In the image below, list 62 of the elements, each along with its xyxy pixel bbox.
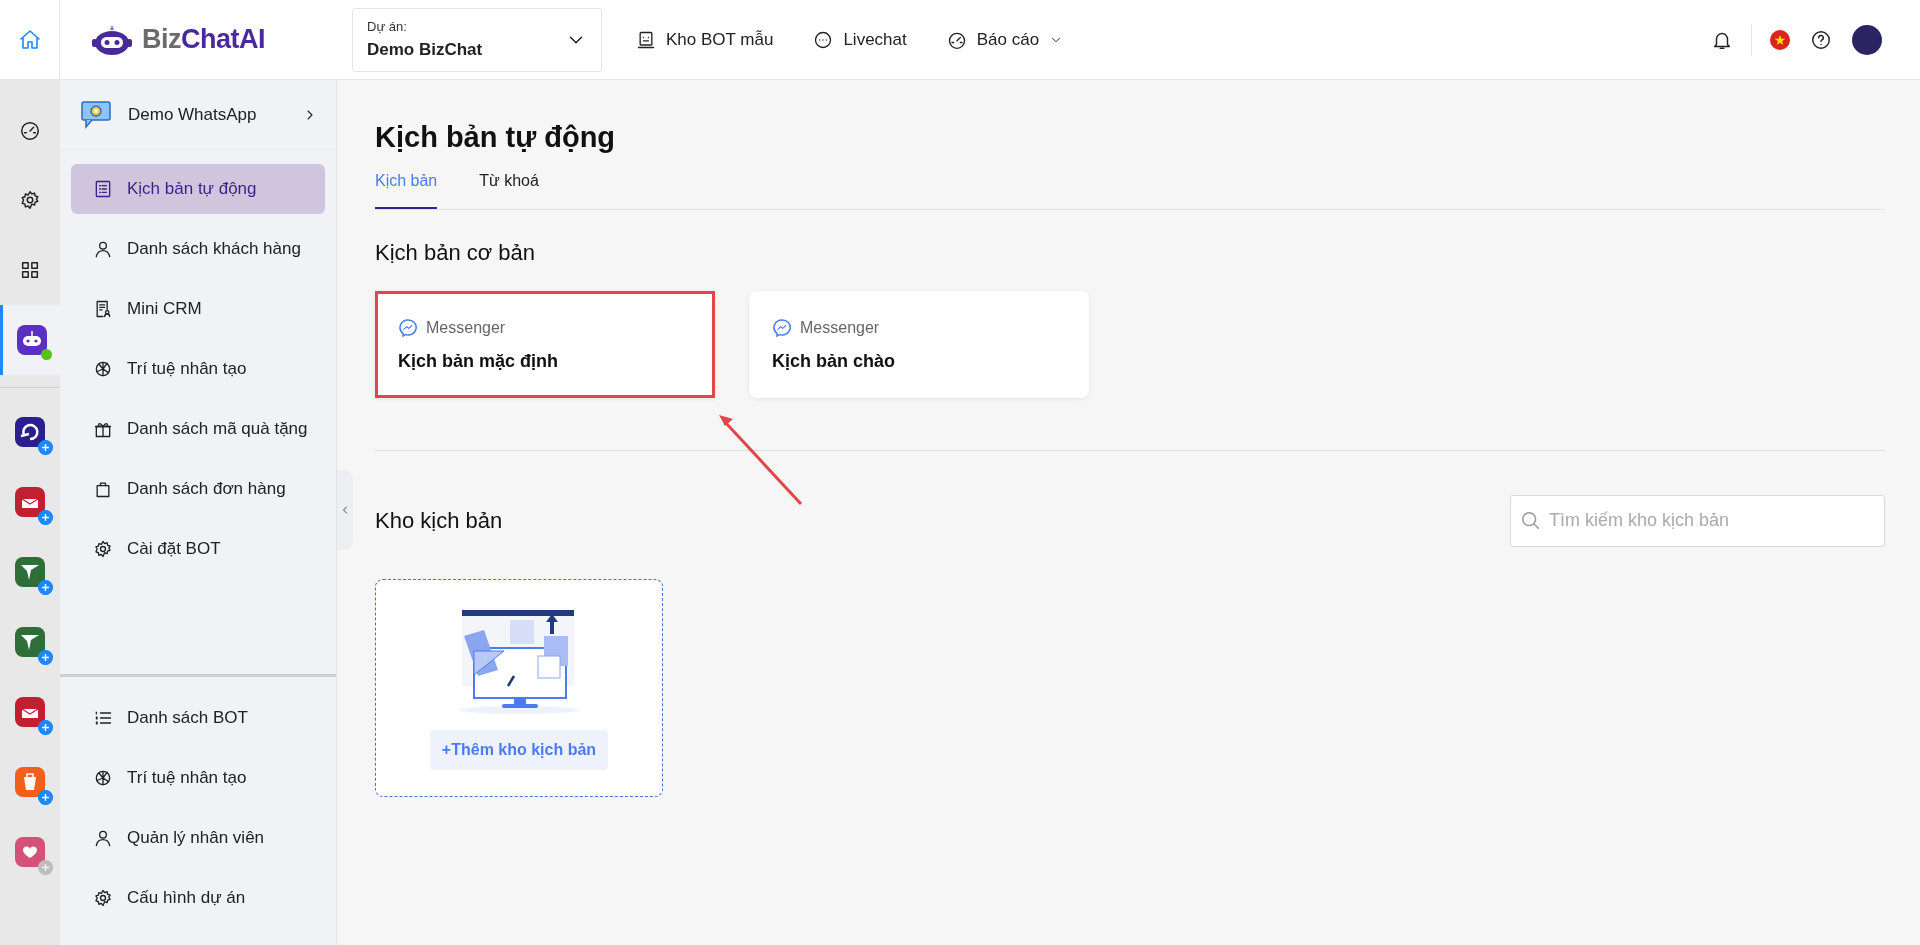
gear-icon bbox=[93, 539, 113, 559]
plus-icon[interactable] bbox=[38, 650, 53, 665]
sidebar-item[interactable]: Kịch bản tự động bbox=[71, 164, 325, 214]
gauge-icon[interactable] bbox=[19, 119, 41, 141]
sidebar-item[interactable]: Danh sách đơn hàng bbox=[71, 464, 325, 514]
app-icon[interactable] bbox=[15, 487, 45, 517]
chat-settings-icon bbox=[80, 99, 112, 130]
plus-icon[interactable] bbox=[38, 580, 53, 595]
collapse-handle[interactable] bbox=[337, 470, 353, 550]
plus-icon[interactable] bbox=[38, 720, 53, 735]
gear-icon bbox=[93, 888, 113, 908]
sidebar-item[interactable]: Trí tuệ nhân tạo bbox=[71, 753, 325, 803]
list-icon bbox=[93, 179, 113, 199]
app-icon[interactable] bbox=[15, 557, 45, 587]
person-icon bbox=[93, 239, 113, 259]
channel-label: Messenger bbox=[800, 317, 880, 338]
app-icon[interactable] bbox=[15, 627, 45, 657]
sidebar-item[interactable]: Mini CRM bbox=[71, 284, 325, 334]
logo-text: BizChatAI bbox=[142, 23, 265, 57]
nav-link[interactable]: Livechat bbox=[813, 26, 907, 53]
plus-icon[interactable] bbox=[38, 440, 53, 455]
swirl-icon bbox=[93, 359, 113, 379]
sidebar-item[interactable]: Danh sách mã quà tặng bbox=[71, 404, 325, 454]
messenger-icon bbox=[398, 317, 418, 338]
search-field[interactable]: Tìm kiếm kho kịch bản bbox=[1510, 494, 1885, 547]
channel-label: Messenger bbox=[426, 317, 506, 338]
person-icon bbox=[93, 828, 113, 848]
settings-icon[interactable] bbox=[19, 189, 41, 211]
messenger-icon bbox=[772, 317, 792, 338]
page-title: Kịch bản tự động bbox=[375, 120, 617, 155]
section-title: Kịch bản cơ bản bbox=[375, 238, 536, 267]
scenario-card[interactable]: Messenger Kịch bản mặc định bbox=[375, 290, 715, 398]
card-title: Kịch bản chào bbox=[772, 349, 897, 373]
help-button[interactable] bbox=[1810, 28, 1832, 51]
scenario-card[interactable]: Messenger Kịch bản chào bbox=[749, 290, 1089, 398]
project-dropdown[interactable]: Dự án: Demo BizChat bbox=[352, 7, 602, 72]
card-title: Kịch bản mặc định bbox=[398, 349, 560, 373]
section-title: Kho kịch bản bbox=[375, 507, 503, 536]
chat-bubble-icon bbox=[813, 29, 834, 50]
home-icon[interactable] bbox=[17, 27, 42, 52]
sidebar-item[interactable]: Quản lý nhân viên bbox=[71, 813, 325, 863]
nav-link[interactable]: Kho BOT mẫu bbox=[636, 26, 774, 53]
help-icon bbox=[1810, 28, 1832, 51]
search-icon bbox=[1520, 509, 1542, 532]
app-icon[interactable] bbox=[15, 697, 45, 727]
sidebar-item[interactable]: Danh sách BOT bbox=[71, 693, 325, 743]
sidebar-item[interactable]: Trí tuệ nhân tạo bbox=[71, 344, 325, 394]
robot-icon bbox=[636, 29, 656, 50]
sidebar-item[interactable]: Cấu hình dự án bbox=[71, 873, 325, 923]
bot-selector[interactable]: Demo WhatsApp bbox=[60, 80, 336, 150]
sidebar-item[interactable]: Danh sách khách hàng bbox=[71, 224, 325, 274]
tab[interactable]: Kịch bản bbox=[375, 168, 438, 209]
grid-icon[interactable] bbox=[19, 259, 41, 281]
swirl-icon bbox=[93, 768, 113, 788]
user-avatar[interactable] bbox=[1852, 24, 1882, 55]
nav-link[interactable]: Báo cáo bbox=[946, 26, 1064, 53]
app-icon[interactable] bbox=[15, 417, 45, 447]
sidebar-item[interactable]: Cài đặt BOT bbox=[71, 524, 325, 574]
tab[interactable]: Từ khoá bbox=[479, 168, 539, 209]
flag-icon[interactable] bbox=[1770, 29, 1790, 50]
plus-icon[interactable] bbox=[38, 510, 53, 525]
app-icon[interactable] bbox=[16, 325, 47, 355]
